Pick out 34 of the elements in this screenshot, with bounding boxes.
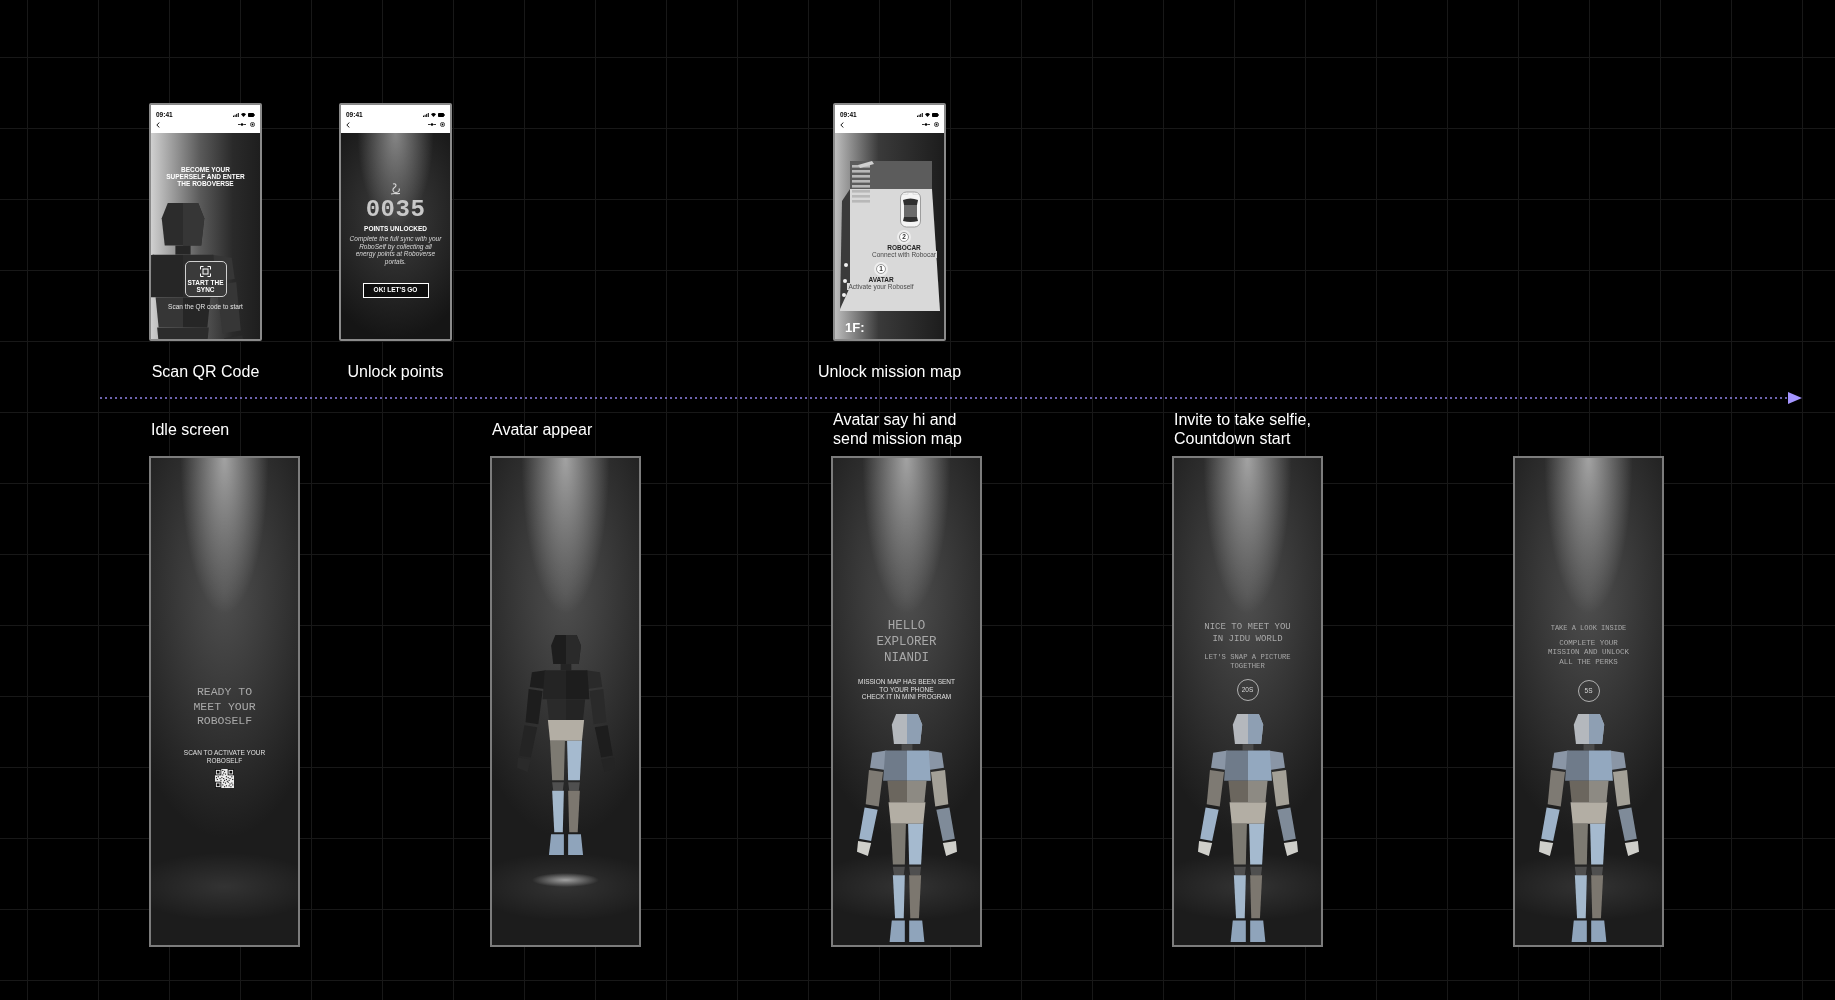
back-icon[interactable]	[840, 121, 844, 128]
kiosk-headline: HELLO EXPLORER NIANDI	[876, 618, 937, 666]
battery-icon	[932, 112, 939, 117]
step-caption: Avatar appear	[492, 419, 593, 439]
scan-icon	[200, 265, 211, 277]
wifi-icon	[241, 112, 246, 117]
step-caption: Invite to take selfie, Countdown start	[1174, 410, 1312, 448]
wifi-icon	[925, 112, 930, 117]
kiosk-headline: READY TO MEET YOUR ROBOSELF	[193, 685, 256, 730]
back-icon[interactable]	[156, 121, 160, 128]
back-icon[interactable]	[346, 121, 350, 128]
step-caption: Unlock points	[347, 362, 444, 382]
more-icon[interactable]	[238, 123, 246, 126]
battery-icon	[438, 112, 445, 117]
car-icon	[899, 191, 922, 228]
more-icon[interactable]	[428, 123, 436, 126]
signal-icon	[423, 112, 429, 117]
target-icon[interactable]	[440, 122, 445, 127]
step-caption: Unlock mission map	[817, 362, 962, 382]
signal-icon	[233, 112, 239, 117]
points-counter: 0035	[365, 199, 426, 220]
target-icon[interactable]	[250, 122, 255, 127]
step-caption: Scan QR Code	[151, 362, 260, 382]
wifi-icon	[431, 112, 436, 117]
signal-icon	[917, 112, 923, 117]
kiosk-headline: NICE TO MEET YOU IN JIDU WORLD	[1204, 621, 1291, 645]
target-icon[interactable]	[934, 122, 939, 127]
more-icon[interactable]	[922, 123, 930, 126]
battery-icon	[248, 112, 255, 117]
step-caption: Idle screen	[151, 419, 230, 439]
step-caption: Avatar say hi and send mission map	[833, 410, 963, 448]
logo-icon	[390, 183, 401, 195]
floor-label: 1F:	[844, 322, 866, 337]
qr-code-icon	[215, 769, 234, 789]
